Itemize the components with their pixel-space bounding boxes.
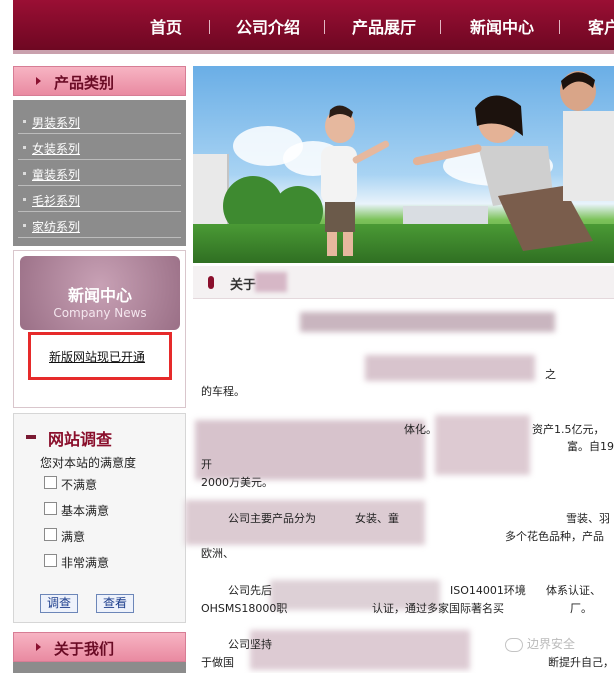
survey-option[interactable]: 不满意 bbox=[44, 476, 97, 493]
content-text: 认证，通过多家国际著名买 bbox=[372, 602, 504, 615]
content-text: 厂。 bbox=[570, 602, 592, 615]
arrow-right-icon bbox=[36, 643, 41, 651]
blurred-text bbox=[365, 355, 535, 381]
header-pill-icon bbox=[208, 276, 214, 289]
content-text: 雪装、羽 bbox=[566, 512, 610, 525]
survey-option[interactable]: 非常满意 bbox=[44, 554, 109, 571]
content-text: ISO14001环境 bbox=[450, 584, 526, 597]
blurred-text bbox=[255, 272, 287, 292]
content-text: 公司主要产品分为 bbox=[228, 512, 316, 525]
bullet-icon bbox=[23, 198, 26, 201]
content-text: 体化。 bbox=[404, 423, 437, 436]
nav-separator bbox=[324, 20, 325, 34]
news-panel: 新闻中心 Company News bbox=[13, 250, 186, 408]
survey-panel: 网站调查 您对本站的满意度 不满意 基本满意 满意 非常满意 调查 查看 bbox=[13, 413, 186, 623]
blurred-text bbox=[300, 312, 555, 332]
nav-home[interactable]: 首页 bbox=[150, 14, 182, 38]
arrow-right-icon bbox=[36, 77, 41, 85]
checkbox[interactable] bbox=[44, 528, 57, 541]
survey-view-button[interactable]: 查看 bbox=[96, 594, 135, 613]
bullet-icon bbox=[23, 172, 26, 175]
checkbox[interactable] bbox=[44, 502, 57, 515]
checkbox[interactable] bbox=[44, 554, 57, 567]
content-text: 的车程。 bbox=[201, 385, 245, 398]
nav-separator bbox=[209, 20, 210, 34]
content-text: 富。自19 bbox=[567, 440, 614, 453]
content-text: 公司坚持 bbox=[228, 638, 272, 651]
content-title: 关于 bbox=[230, 278, 257, 293]
nav-products[interactable]: 产品展厅 bbox=[352, 14, 416, 38]
hero-banner-image bbox=[193, 66, 614, 263]
nav-news[interactable]: 新闻中心 bbox=[470, 14, 534, 38]
family-figures bbox=[321, 71, 614, 256]
nav-separator bbox=[559, 20, 560, 34]
content-text: 于做国 bbox=[201, 656, 234, 669]
bullet-icon bbox=[23, 120, 26, 123]
survey-question: 您对本站的满意度 bbox=[40, 456, 137, 470]
content-text: OHSMS18000职 bbox=[201, 602, 288, 615]
nav-separator bbox=[440, 20, 441, 34]
bullet-icon bbox=[23, 146, 26, 149]
content-text: 公司先后 bbox=[228, 584, 272, 597]
blurred-text bbox=[250, 630, 470, 670]
category-item[interactable]: 女装系列 bbox=[18, 135, 181, 160]
content-text: 2000万美元。 bbox=[201, 476, 273, 489]
nav-company[interactable]: 公司介绍 bbox=[236, 14, 300, 38]
survey-option[interactable]: 基本满意 bbox=[44, 502, 109, 519]
survey-submit-button[interactable]: 调查 bbox=[40, 594, 79, 613]
category-item[interactable]: 男装系列 bbox=[18, 109, 181, 134]
content-text: 欧洲、 bbox=[201, 547, 234, 560]
survey-option[interactable]: 满意 bbox=[44, 528, 85, 545]
content-text: 开 bbox=[201, 458, 212, 471]
about-list bbox=[13, 662, 186, 673]
category-item[interactable]: 童装系列 bbox=[18, 161, 181, 186]
news-item-highlight: 新版网站现已开通 bbox=[28, 332, 172, 380]
category-item[interactable]: 毛衫系列 bbox=[18, 187, 181, 212]
content-text: 体系认证、 bbox=[546, 584, 601, 597]
news-link[interactable]: 新版网站现已开通 bbox=[49, 348, 145, 365]
content-text: 资产1.5亿元， bbox=[532, 423, 605, 436]
survey-bullet-icon bbox=[26, 435, 36, 439]
survey-title: 网站调查 bbox=[48, 430, 113, 449]
category-item[interactable]: 家纺系列 bbox=[18, 213, 181, 238]
blurred-text bbox=[435, 415, 530, 475]
top-nav: 首页 公司介绍 产品展厅 新闻中心 客户 bbox=[13, 0, 614, 54]
checkbox[interactable] bbox=[44, 476, 57, 489]
content-text: 之 bbox=[545, 368, 556, 381]
watermark: 边界安全 bbox=[505, 635, 575, 652]
content-header: 关于 bbox=[193, 266, 614, 299]
category-list: 男装系列 女装系列 童装系列 毛衫系列 家纺系列 bbox=[13, 100, 186, 246]
about-title: 关于我们 bbox=[13, 632, 186, 662]
content-text: 女装、童 bbox=[355, 512, 399, 525]
news-banner: 新闻中心 Company News bbox=[20, 256, 180, 330]
bullet-icon bbox=[23, 224, 26, 227]
wechat-icon bbox=[505, 637, 523, 652]
nav-customers[interactable]: 客户 bbox=[588, 14, 614, 38]
content-text: 断提升自己，成 bbox=[548, 656, 614, 669]
content-text: 多个花色品种，产品 bbox=[505, 530, 604, 543]
blurred-text bbox=[195, 420, 425, 480]
product-category-title: 产品类别 bbox=[13, 66, 186, 96]
